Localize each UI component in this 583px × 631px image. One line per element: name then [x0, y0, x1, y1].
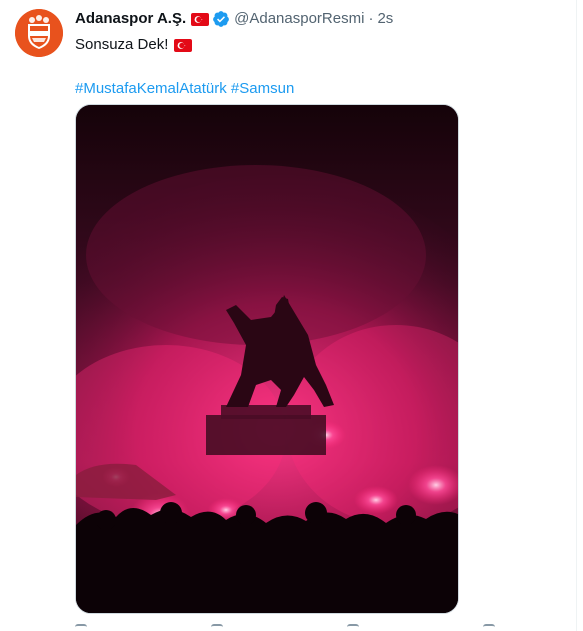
tweet-text-body: Sonsuza Dek!: [75, 36, 169, 53]
hashtag-link[interactable]: #MustafaKemalAtatürk: [75, 80, 227, 97]
retweet-icon[interactable]: [211, 624, 223, 631]
turkey-flag-icon: [174, 38, 193, 52]
reply-icon[interactable]: [75, 624, 87, 631]
author-name[interactable]: Adanaspor A.Ş.: [75, 9, 186, 29]
tweet[interactable]: Adanaspor A.Ş. @AdanasporResmi · 2s Sons…: [0, 0, 583, 631]
hashtag-link[interactable]: #Samsun: [231, 80, 294, 97]
avatar[interactable]: [15, 9, 63, 57]
separator-dot: ·: [368, 10, 374, 27]
like-icon[interactable]: [347, 624, 359, 631]
tweet-text: Sonsuza Dek!: [75, 35, 565, 55]
turkey-flag-icon: [191, 12, 210, 26]
tweet-time[interactable]: 2s: [377, 9, 393, 29]
hashtag-line: #MustafaKemalAtatürk #Samsun: [75, 79, 565, 99]
adanaspor-logo-icon: [15, 9, 63, 57]
tweet-content: Adanaspor A.Ş. @AdanasporResmi · 2s Sons…: [75, 9, 565, 99]
verified-badge-icon: [213, 11, 230, 27]
tweet-photo[interactable]: [75, 104, 459, 614]
column-divider: [576, 0, 577, 631]
tweet-header: Adanaspor A.Ş. @AdanasporResmi · 2s: [75, 9, 565, 29]
statue-smoke-photo: [76, 105, 458, 613]
share-icon[interactable]: [483, 624, 495, 631]
tweet-actions: [75, 624, 495, 631]
author-handle[interactable]: @AdanasporResmi: [234, 9, 364, 29]
